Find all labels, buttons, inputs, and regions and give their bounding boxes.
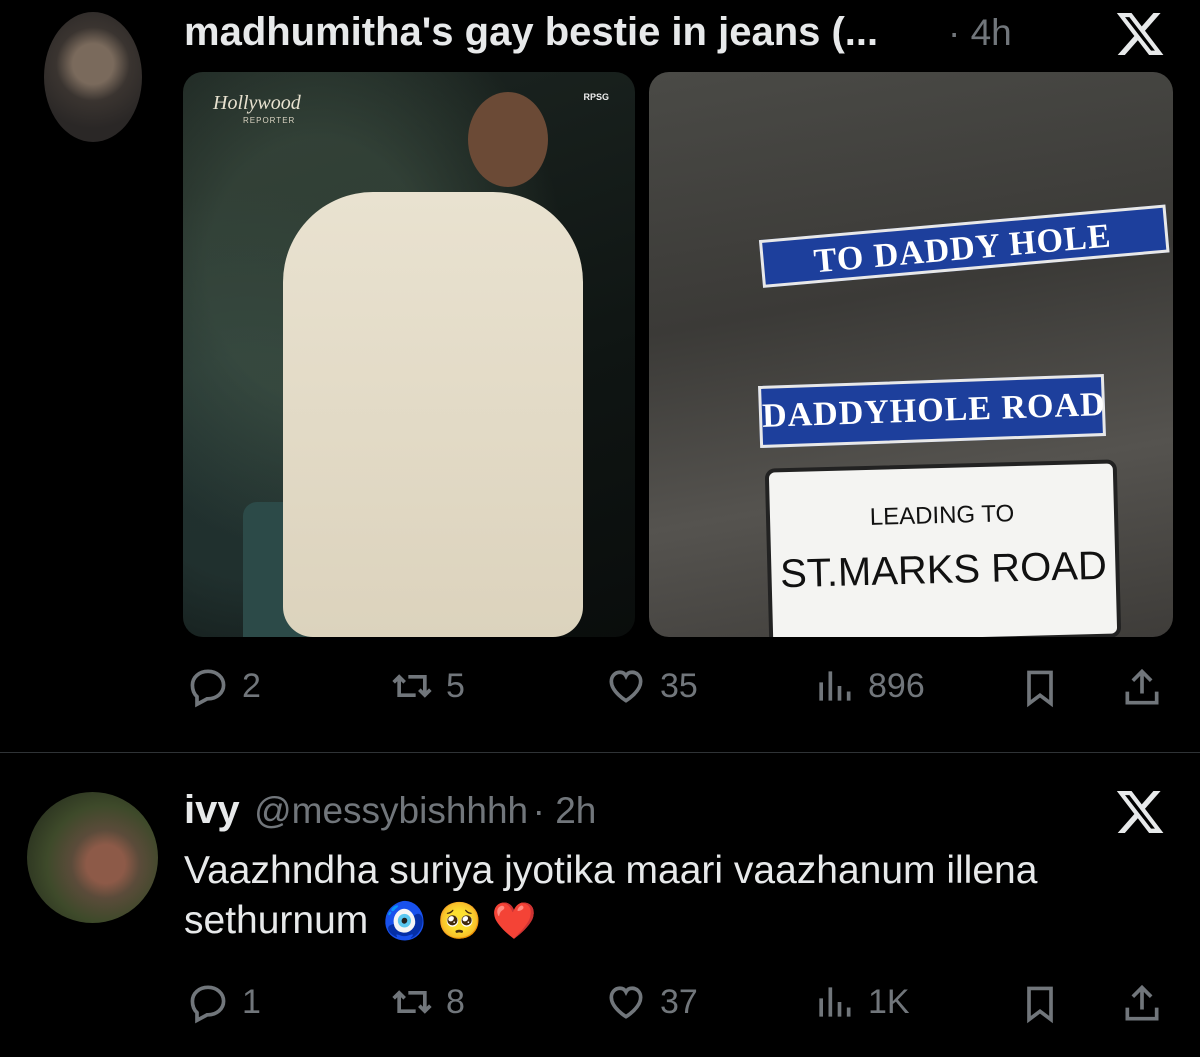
sign-line1: LEADING TO	[869, 500, 1015, 531]
magazine-sub: REPORTER	[243, 116, 296, 125]
x-logo-icon	[1116, 790, 1164, 834]
like-button[interactable]: 35	[604, 664, 698, 708]
repost-count: 8	[446, 982, 465, 1021]
reply-count: 1	[242, 982, 261, 1021]
emoji-group: 🧿 🥺 ❤️	[382, 900, 537, 941]
media-image-left[interactable]: Hollywood REPORTER RPSG	[183, 72, 635, 637]
handle[interactable]: @messybishhhh	[254, 790, 528, 831]
x-logo-icon	[1116, 12, 1164, 56]
reply-button[interactable]: 1	[186, 980, 261, 1024]
bookmark-icon[interactable]	[1018, 982, 1062, 1026]
views-count: 896	[868, 666, 925, 705]
sign-to-daddy-hole: TO DADDY HOLE	[758, 204, 1170, 288]
rpsg-badge: RPSG	[583, 92, 609, 102]
tweet2-header: ivy @messybishhhh · 2h	[184, 788, 596, 833]
views-count: 1K	[868, 982, 910, 1021]
like-count: 35	[660, 666, 698, 705]
share-icon[interactable]	[1120, 666, 1164, 710]
timestamp[interactable]: · 2h	[533, 790, 597, 831]
avatar[interactable]	[27, 792, 158, 923]
repost-button[interactable]: 5	[390, 664, 465, 708]
figure-outfit	[283, 192, 583, 637]
media-image-right[interactable]: TO DADDY HOLE DADDYHOLE ROAD LEADING TO …	[649, 72, 1173, 637]
magazine-logo: Hollywood	[213, 92, 301, 114]
like-button[interactable]: 37	[604, 980, 698, 1024]
repost-icon	[392, 990, 432, 1014]
heart-icon	[609, 986, 643, 1019]
tweet-text: Vaazhndha suriya jyotika maari vaazhanum…	[184, 846, 1184, 946]
views-icon	[819, 671, 851, 701]
sign-daddyhole-road: DADDYHOLE ROAD	[758, 373, 1106, 449]
views-icon	[819, 987, 851, 1017]
repost-count: 5	[446, 666, 465, 705]
reply-count: 2	[242, 666, 261, 705]
repost-button[interactable]: 8	[390, 980, 465, 1024]
sign-line2: ST.MARKS ROAD	[779, 543, 1108, 597]
like-count: 37	[660, 982, 698, 1021]
bookmark-icon[interactable]	[1018, 666, 1062, 710]
timestamp[interactable]: · 4h	[948, 12, 1012, 54]
tweet1-actions: 2 5 35 896	[186, 664, 1176, 714]
share-icon[interactable]	[1120, 982, 1164, 1026]
heart-icon	[609, 670, 643, 703]
reply-button[interactable]: 2	[186, 664, 261, 708]
display-name[interactable]: ivy	[184, 788, 240, 832]
avatar[interactable]	[44, 12, 142, 142]
views-button[interactable]: 1K	[812, 980, 910, 1024]
divider	[0, 752, 1200, 753]
reply-icon	[190, 669, 226, 708]
sign-leading-to: LEADING TO ST.MARKS ROAD	[764, 459, 1122, 637]
reply-icon	[190, 985, 226, 1024]
figure-head	[468, 92, 548, 187]
tweet-text-line2: sethurnum	[184, 899, 369, 942]
repost-icon	[392, 674, 432, 698]
views-button[interactable]: 896	[812, 664, 925, 708]
tweet2-actions: 1 8 37 1K	[186, 980, 1176, 1030]
tweet-text-line1: Vaazhndha suriya jyotika maari vaazhanum…	[184, 849, 1038, 892]
display-name[interactable]: madhumitha's gay bestie in jeans (...	[184, 10, 878, 55]
